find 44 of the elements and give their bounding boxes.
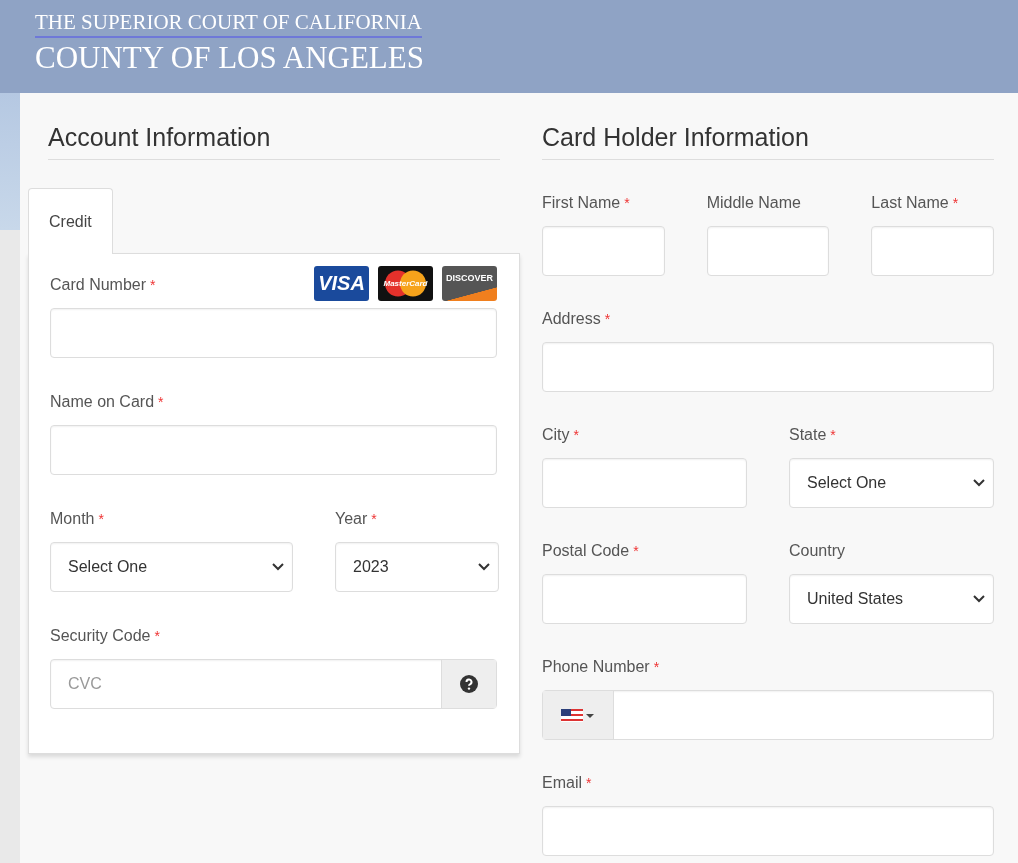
field-label: Address * [542, 310, 611, 328]
help-button[interactable] [441, 660, 496, 708]
court-title: THE SUPERIOR COURT OF CALIFORNIA [35, 10, 422, 38]
section-title: Card Holder Information [542, 123, 994, 160]
field-label: Security Code * [50, 627, 160, 645]
discover-logo: DISCOVER [442, 266, 497, 301]
input-field[interactable] [542, 806, 994, 856]
field-label: Middle Name [706, 194, 801, 212]
field-label: Year * [335, 510, 377, 528]
field-label: Phone Number * [542, 658, 660, 676]
input-field[interactable] [542, 574, 747, 624]
input-field[interactable] [542, 458, 747, 508]
field-label: First Name * [542, 194, 630, 212]
field-label: Month * [50, 510, 104, 528]
field-label: Email * [542, 774, 592, 792]
dropdown[interactable]: United States [789, 574, 994, 624]
field-label: Postal Code * [542, 542, 639, 560]
dropdown[interactable]: 2023 [335, 542, 499, 592]
input-field[interactable] [871, 226, 994, 276]
chevron-down-icon [973, 479, 985, 487]
input-field[interactable] [542, 690, 994, 740]
chevron-down-icon [272, 563, 284, 571]
input-field[interactable] [542, 342, 994, 392]
field-label: Card Number * [50, 276, 156, 294]
field-label: State * [789, 426, 836, 444]
help-icon [460, 675, 478, 693]
input-field[interactable] [706, 226, 830, 276]
country-picker[interactable] [543, 691, 614, 739]
chevron-down-icon [478, 563, 490, 571]
input-field[interactable] [542, 226, 665, 276]
dropdown[interactable]: Select One [50, 542, 293, 592]
input-field[interactable] [50, 308, 497, 358]
chevron-down-icon [973, 595, 985, 603]
field-label: Country [789, 542, 846, 560]
visa-logo: VISA [314, 266, 369, 301]
field-label: Last Name * [871, 194, 959, 212]
county-title: COUNTY OF LOS ANGELES [35, 40, 425, 76]
field-label: City * [542, 426, 579, 444]
dropdown[interactable]: Select One [789, 458, 994, 508]
flag-icon [561, 708, 595, 722]
field-label: Name on Card * [50, 393, 164, 411]
tab[interactable]: Credit [28, 188, 113, 254]
section-title: Account Information [48, 123, 500, 160]
input-field[interactable] [50, 425, 497, 475]
